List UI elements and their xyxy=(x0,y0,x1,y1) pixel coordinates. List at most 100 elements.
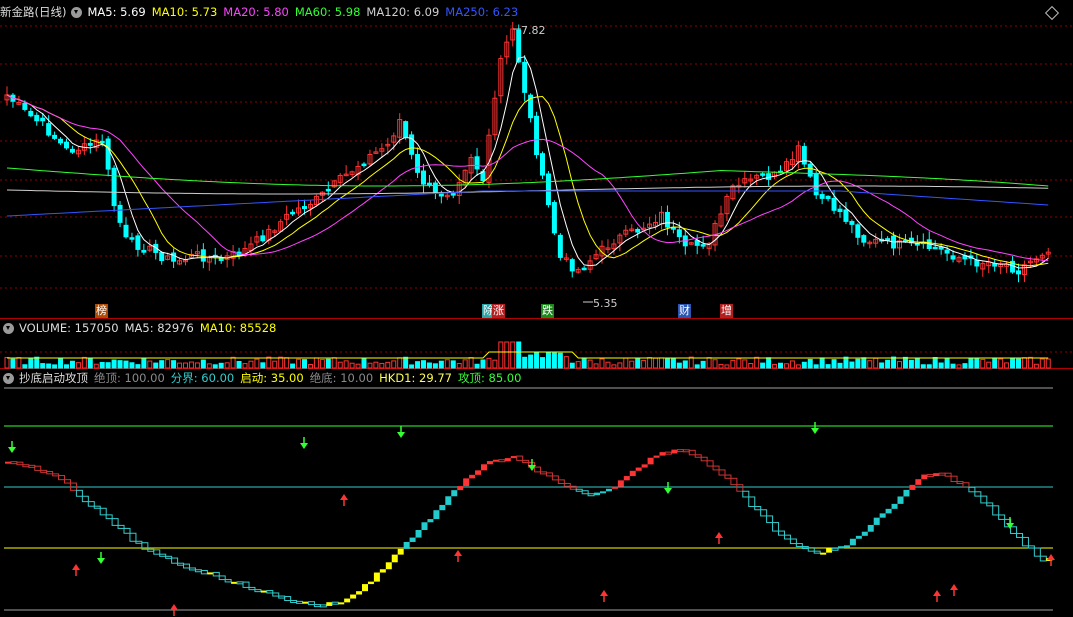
volume-bar xyxy=(87,358,93,369)
indicator-block xyxy=(838,546,844,549)
indicator-block xyxy=(575,488,583,492)
indicator-block xyxy=(545,472,553,477)
dropdown-icon[interactable] xyxy=(71,6,83,18)
indicator-block xyxy=(712,465,720,471)
indicator-block xyxy=(664,451,672,455)
volume-bar xyxy=(962,363,968,369)
event-tag-zhang[interactable]: 涨 xyxy=(492,304,505,318)
candle-body xyxy=(69,148,75,153)
indicator-block xyxy=(534,466,542,473)
volume-bar xyxy=(224,362,230,369)
volume-bar xyxy=(575,361,581,369)
volume-bar xyxy=(480,359,486,369)
indicator-block xyxy=(921,474,928,480)
candle-body xyxy=(855,224,861,238)
volume-bar xyxy=(837,362,843,369)
indicator-block xyxy=(956,481,964,485)
volume-bar xyxy=(706,357,712,369)
indicator-block xyxy=(373,572,380,582)
volume-bar xyxy=(75,362,81,369)
volume-bar xyxy=(867,360,873,369)
buy-arrow-icon xyxy=(600,590,608,596)
indicator-block xyxy=(64,479,71,484)
indicator-block xyxy=(34,465,42,471)
candle-body xyxy=(974,259,980,267)
candle-body xyxy=(123,224,129,238)
indicator-block xyxy=(1027,545,1035,549)
event-tag-die[interactable]: 跌 xyxy=(541,304,554,318)
candle-body xyxy=(843,209,849,222)
indicator-block xyxy=(135,540,143,544)
indicator-block xyxy=(950,475,958,483)
indicator-block xyxy=(171,557,179,564)
volume-bar xyxy=(938,362,944,369)
indicator-block xyxy=(326,602,333,606)
volume-bar xyxy=(778,362,783,369)
volume-bar xyxy=(349,362,355,369)
indicator-block xyxy=(58,475,66,481)
indicator-block xyxy=(385,562,392,570)
volume-bar xyxy=(260,362,266,369)
candle-body xyxy=(99,140,105,144)
dropdown-icon[interactable] xyxy=(3,372,14,384)
indicator-block xyxy=(475,470,482,475)
event-tag-bang[interactable]: 榜 xyxy=(95,304,108,318)
buy-arrow-icon xyxy=(340,494,348,500)
candle-body xyxy=(849,221,855,225)
indicator-block xyxy=(873,517,880,525)
volume-bar xyxy=(557,352,563,369)
volume-bar xyxy=(367,362,373,369)
candle-body xyxy=(200,249,206,262)
volume-bar xyxy=(843,356,849,369)
candle-body xyxy=(760,173,766,176)
candle-body xyxy=(432,182,438,194)
candle-body xyxy=(111,167,117,207)
indicator-block xyxy=(313,604,321,608)
volume-bar xyxy=(891,356,897,369)
indicator-block xyxy=(231,581,238,584)
event-tag-zeng[interactable]: 增 xyxy=(720,304,733,318)
volume-bar xyxy=(444,359,450,369)
indicator-block xyxy=(16,461,24,466)
volume-bar xyxy=(212,364,218,369)
candle-body xyxy=(676,229,682,238)
volume-bar xyxy=(855,358,861,369)
dropdown-icon[interactable] xyxy=(3,322,14,334)
indicator-block xyxy=(795,543,803,548)
indicator-block xyxy=(611,486,618,489)
volume-bar xyxy=(46,363,52,369)
indicator-block xyxy=(165,555,173,559)
volume-bar xyxy=(986,361,992,369)
event-tag-cai[interactable]: 财 xyxy=(678,304,691,318)
volume-bar xyxy=(516,341,522,369)
volume-bar xyxy=(563,356,569,369)
indicator-block xyxy=(1033,547,1041,557)
indicator-block xyxy=(504,458,511,462)
indicator-block xyxy=(248,586,256,591)
volume-bar xyxy=(462,359,468,369)
candle-body xyxy=(581,267,587,271)
indicator-block xyxy=(551,475,559,481)
candle-body xyxy=(135,235,141,250)
candle-body xyxy=(825,195,831,200)
volume-bar xyxy=(748,362,754,369)
volume-bar xyxy=(528,354,534,369)
volume-bar xyxy=(926,364,932,369)
volume-bar xyxy=(593,363,599,369)
indicator-block xyxy=(463,478,470,487)
volume-bar xyxy=(629,360,635,369)
volume-bar xyxy=(307,364,313,369)
indicator-block xyxy=(849,538,856,546)
volume-bar xyxy=(1010,358,1016,369)
indicator-block xyxy=(974,491,982,497)
indicator-block xyxy=(272,592,280,597)
candle-body xyxy=(421,170,426,185)
volume-bar xyxy=(272,360,278,369)
indicator-block xyxy=(344,598,351,603)
indicator-block xyxy=(540,471,547,475)
indicator-block xyxy=(676,449,684,453)
volume-bar xyxy=(998,358,1004,369)
indicator-block xyxy=(766,515,774,524)
indicator-block xyxy=(831,547,839,551)
indicator-block xyxy=(820,552,827,555)
